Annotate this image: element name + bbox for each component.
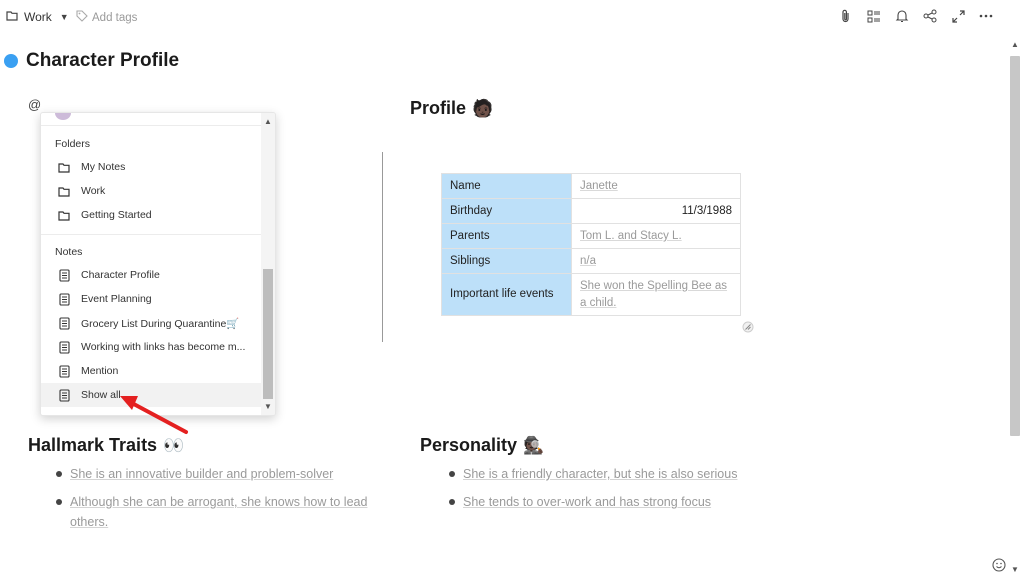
dropdown-scrollbar[interactable]: ▲ ▼ [261,113,275,415]
profile-table: Name Janette Birthday 11/3/1988 Parents … [441,173,741,316]
folder-item-label: Work [81,185,106,197]
table-key-cell[interactable]: Birthday [441,198,572,224]
note-color-dot [4,54,18,68]
scroll-down-icon[interactable]: ▼ [1011,565,1019,574]
eyes-emoji-icon: 👀 [163,435,185,455]
note-item-working-with-links[interactable]: Working with links has become m... [41,335,263,359]
list-item[interactable]: She is an innovative builder and problem… [54,464,374,484]
table-row: Important life events She won the Spelli… [441,273,741,316]
list-item-text: She is an innovative builder and problem… [70,467,334,481]
note-icon [57,364,71,378]
table-key-cell[interactable]: Name [441,173,572,199]
annotation-arrow-icon [120,396,188,434]
outline-icon[interactable] [866,8,882,24]
folder-icon [57,184,71,198]
avatar [55,113,71,120]
note-item-label: Event Planning [81,293,152,305]
profile-heading-text: Profile [410,98,467,118]
paperclip-icon[interactable] [838,8,854,24]
chevron-down-icon: ▼ [59,12,69,22]
table-value-cell[interactable]: n/a [571,248,741,274]
note-icon [57,388,71,402]
list-item[interactable]: Although she can be arrogant, she knows … [54,492,374,532]
note-item-event-planning[interactable]: Event Planning [41,287,263,311]
table-row: Parents Tom L. and Stacy L. [441,223,741,249]
tag-icon [76,10,88,25]
folder-icon [57,160,71,174]
mention-list: Folders My Notes Work Getting Started No… [41,113,263,415]
folders-header: Folders [55,138,91,150]
table-resize-icon[interactable] [742,321,754,333]
expand-icon[interactable] [950,8,966,24]
personality-heading: Personality 🕵🏿 [420,435,544,456]
table-row: Birthday 11/3/1988 [441,198,741,224]
folder-name: Work [24,10,52,24]
list-item-text: She tends to over-work and has strong fo… [463,495,712,509]
table-row: Siblings n/a [441,248,741,274]
scroll-up-icon[interactable]: ▲ [264,117,272,126]
table-row: Name Janette [441,173,741,199]
note-item-label: Mention [81,365,119,377]
folder-item-label: My Notes [81,161,126,173]
table-key-cell[interactable]: Siblings [441,248,572,274]
top-bar: Work ▼ Add tags [0,0,1008,34]
detective-emoji-icon: 🕵🏿 [523,435,545,455]
note-item-label: Working with links has become m... [81,341,246,353]
page-title-row: Character Profile [4,50,179,72]
profile-heading: Profile 🧑🏿 [410,98,493,119]
hallmark-heading: Hallmark Traits 👀 [28,435,184,456]
scroll-up-icon[interactable]: ▲ [1011,40,1019,49]
table-key-cell[interactable]: Important life events [441,273,572,316]
hallmark-list: She is an innovative builder and problem… [54,464,374,540]
table-key-cell[interactable]: Parents [441,223,572,249]
add-tags-label: Add tags [92,11,138,24]
list-item-text: She is a friendly character, but she is … [463,467,738,481]
scrollbar-thumb[interactable] [1010,56,1020,436]
note-icon [57,316,71,330]
column-divider [382,152,383,342]
more-icon[interactable] [978,8,994,24]
table-value-cell[interactable]: She won the Spelling Bee as a child. [571,273,741,316]
note-item-label: Grocery List During Quarantine🛒 [81,317,240,330]
page-title[interactable]: Character Profile [26,50,179,72]
folder-icon [57,208,71,222]
smiley-icon[interactable] [992,558,1006,572]
folder-selector[interactable]: Work ▼ [6,10,69,24]
notes-header: Notes [55,246,83,258]
personality-heading-text: Personality [420,435,518,455]
divider [41,125,263,126]
table-value-cell[interactable]: Janette [571,173,741,199]
list-item[interactable]: She tends to over-work and has strong fo… [447,492,787,512]
note-icon [57,292,71,306]
note-item-grocery-list[interactable]: Grocery List During Quarantine🛒 [41,311,263,335]
note-item-character-profile[interactable]: Character Profile [41,263,263,287]
divider [41,234,263,235]
bell-icon[interactable] [894,8,910,24]
table-value-cell[interactable]: Tom L. and Stacy L. [571,223,741,249]
folder-item-getting-started[interactable]: Getting Started [41,203,263,227]
personality-list: She is a friendly character, but she is … [447,464,787,520]
note-icon [57,340,71,354]
list-item[interactable]: She is a friendly character, but she is … [447,464,787,484]
person-emoji-icon: 🧑🏿 [472,98,494,118]
mention-trigger[interactable]: @ [28,97,41,112]
share-icon[interactable] [922,8,938,24]
page-scrollbar[interactable]: ▲ ▼ [1008,40,1022,574]
folder-item-work[interactable]: Work [41,179,263,203]
note-item-label: Character Profile [81,269,160,281]
scrollbar-thumb[interactable] [263,269,273,399]
folder-icon [6,10,18,24]
table-value-cell[interactable]: 11/3/1988 [571,198,741,224]
list-item-text: Although she can be arrogant, she knows … [70,495,368,529]
add-tags-button[interactable]: Add tags [76,10,137,25]
note-toolbar [838,8,994,24]
note-icon [57,268,71,282]
hallmark-heading-text: Hallmark Traits [28,435,158,455]
mention-dropdown[interactable]: Folders My Notes Work Getting Started No… [40,112,276,416]
scroll-down-icon[interactable]: ▼ [264,402,272,411]
folder-item-my-notes[interactable]: My Notes [41,155,263,179]
folder-item-label: Getting Started [81,209,152,221]
